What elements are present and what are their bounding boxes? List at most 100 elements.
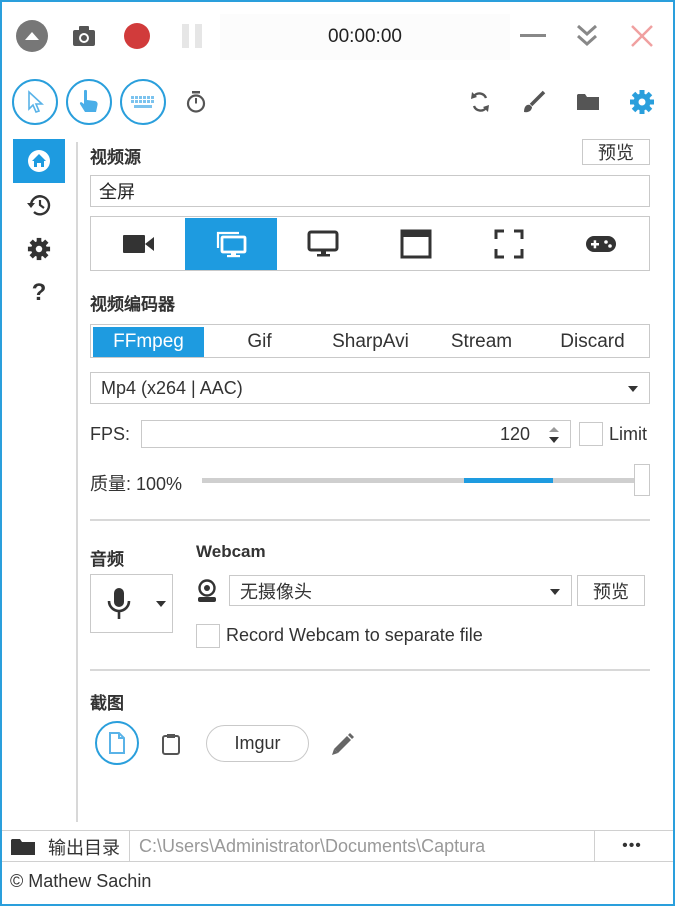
webcam-separate-file-label: Record Webcam to separate file (226, 625, 483, 645)
tab-discard[interactable]: Discard (537, 327, 648, 357)
quality-slider-thumb[interactable] (634, 464, 650, 496)
sidebar-item-settings[interactable] (13, 227, 65, 271)
collapse-button[interactable] (16, 20, 48, 52)
screenshot-title: 截图 (90, 694, 124, 713)
camera-icon (73, 26, 95, 46)
minimize-button[interactable] (518, 22, 548, 50)
refresh-button[interactable] (466, 88, 494, 116)
imgur-button[interactable]: Imgur (206, 725, 309, 762)
tab-sharpavi[interactable]: SharpAvi (315, 327, 426, 357)
include-clicks-toggle[interactable] (66, 79, 112, 125)
folder-icon (11, 839, 35, 855)
screenshot-editor-button[interactable] (330, 731, 356, 757)
format-select-value: Mp4 (x264 | AAC) (101, 377, 243, 398)
output-folder-label: 输出目录 (48, 838, 120, 858)
pause-button[interactable] (180, 22, 204, 50)
quality-slider-highlight (464, 478, 553, 483)
monitor-icon (307, 230, 339, 257)
screenshot-button[interactable] (70, 22, 98, 50)
video-source-preview-button[interactable]: 预览 (582, 139, 650, 165)
divider (129, 831, 130, 861)
close-icon (631, 25, 653, 47)
chevron-down-icon (550, 589, 560, 595)
sidebar-divider (76, 142, 78, 822)
webcam-preview-button[interactable]: 预览 (577, 575, 645, 606)
multi-monitor-icon (216, 231, 247, 258)
keyboard-icon (131, 96, 154, 108)
tab-gif[interactable]: Gif (204, 327, 315, 357)
minimize-icon (520, 34, 546, 37)
source-game-button[interactable] (555, 218, 647, 270)
home-icon (28, 150, 50, 172)
browse-output-button[interactable]: ••• (594, 831, 669, 861)
fps-label: FPS: (90, 424, 131, 444)
limit-checkbox[interactable] (579, 422, 603, 446)
include-keystrokes-toggle[interactable] (120, 79, 166, 125)
pencil-icon (332, 733, 354, 755)
region-select-icon (494, 229, 524, 259)
webcam-title: Webcam (196, 542, 266, 561)
video-encoder-title: 视频编码器 (90, 295, 175, 314)
cursor-icon (28, 90, 44, 113)
section-divider (90, 519, 650, 521)
output-folder-button[interactable] (574, 88, 602, 116)
tab-ffmpeg[interactable]: FFmpeg (93, 327, 204, 357)
webcam-select[interactable]: 无摄像头 (229, 575, 572, 606)
double-chevron-down-icon (577, 24, 597, 47)
gear-icon (630, 90, 654, 114)
pause-icon (182, 24, 202, 48)
video-source-title: 视频源 (90, 148, 141, 167)
video-source-current: 全屏 (90, 175, 650, 207)
overlay-brush-button[interactable] (520, 88, 548, 116)
webcam-icon (198, 579, 216, 602)
history-icon (27, 195, 51, 216)
fps-input[interactable]: 120 (141, 420, 571, 448)
folder-icon (577, 94, 599, 110)
quality-label: 质量: 100% (90, 474, 183, 494)
output-folder-label-button[interactable]: 输出目录 (10, 835, 125, 859)
copyright-text: © Mathew Sachin (10, 871, 152, 891)
record-button[interactable] (124, 23, 150, 49)
sidebar-item-help[interactable]: ? (13, 271, 65, 315)
refresh-icon (471, 92, 489, 112)
save-to-disk-toggle[interactable] (95, 721, 139, 765)
source-window-button[interactable] (370, 218, 462, 270)
section-divider (90, 669, 650, 671)
gamepad-icon (586, 236, 616, 252)
tab-stream[interactable]: Stream (426, 327, 537, 357)
include-cursor-toggle[interactable] (12, 79, 58, 125)
video-camera-icon (123, 235, 154, 253)
chevron-down-icon (156, 601, 166, 607)
brush-icon (524, 90, 546, 113)
sidebar-item-history[interactable] (13, 183, 65, 227)
settings-button[interactable] (628, 88, 656, 116)
output-path-input[interactable]: C:\Users\Administrator\Documents\Captura (139, 836, 485, 857)
spinner-arrows-icon[interactable] (548, 425, 560, 445)
minimize-to-tray-button[interactable] (572, 20, 602, 52)
triangle-up-icon (25, 32, 39, 40)
audio-title: 音频 (90, 550, 124, 569)
timer-button[interactable] (184, 90, 208, 114)
webcam-select-value: 无摄像头 (240, 581, 312, 602)
source-region-button[interactable] (463, 218, 555, 270)
app-window: 00:00:00 ? 视频源 预览 全屏 视频编码器 FFmpeg Gif Sh… (0, 0, 675, 906)
help-icon: ? (31, 279, 47, 306)
source-screen-button[interactable] (277, 218, 369, 270)
fps-value: 120 (499, 424, 530, 444)
webcam-separate-file-checkbox[interactable] (196, 624, 220, 648)
limit-label: Limit (609, 424, 648, 444)
sidebar-item-home[interactable] (13, 139, 65, 183)
source-webcam-button[interactable] (93, 218, 185, 270)
source-full-screen-button[interactable] (185, 218, 277, 270)
format-select[interactable]: Mp4 (x264 | AAC) (90, 372, 650, 404)
microphone-icon (107, 588, 131, 619)
clipboard-toggle[interactable] (158, 731, 184, 757)
window-icon (400, 229, 432, 259)
audio-source-button[interactable] (90, 574, 173, 633)
hand-pointer-icon (79, 89, 98, 112)
close-button[interactable] (626, 20, 658, 52)
chevron-down-icon (628, 386, 638, 392)
quality-slider-track[interactable] (202, 478, 636, 483)
gear-icon (27, 237, 51, 261)
clipboard-icon (162, 734, 180, 755)
